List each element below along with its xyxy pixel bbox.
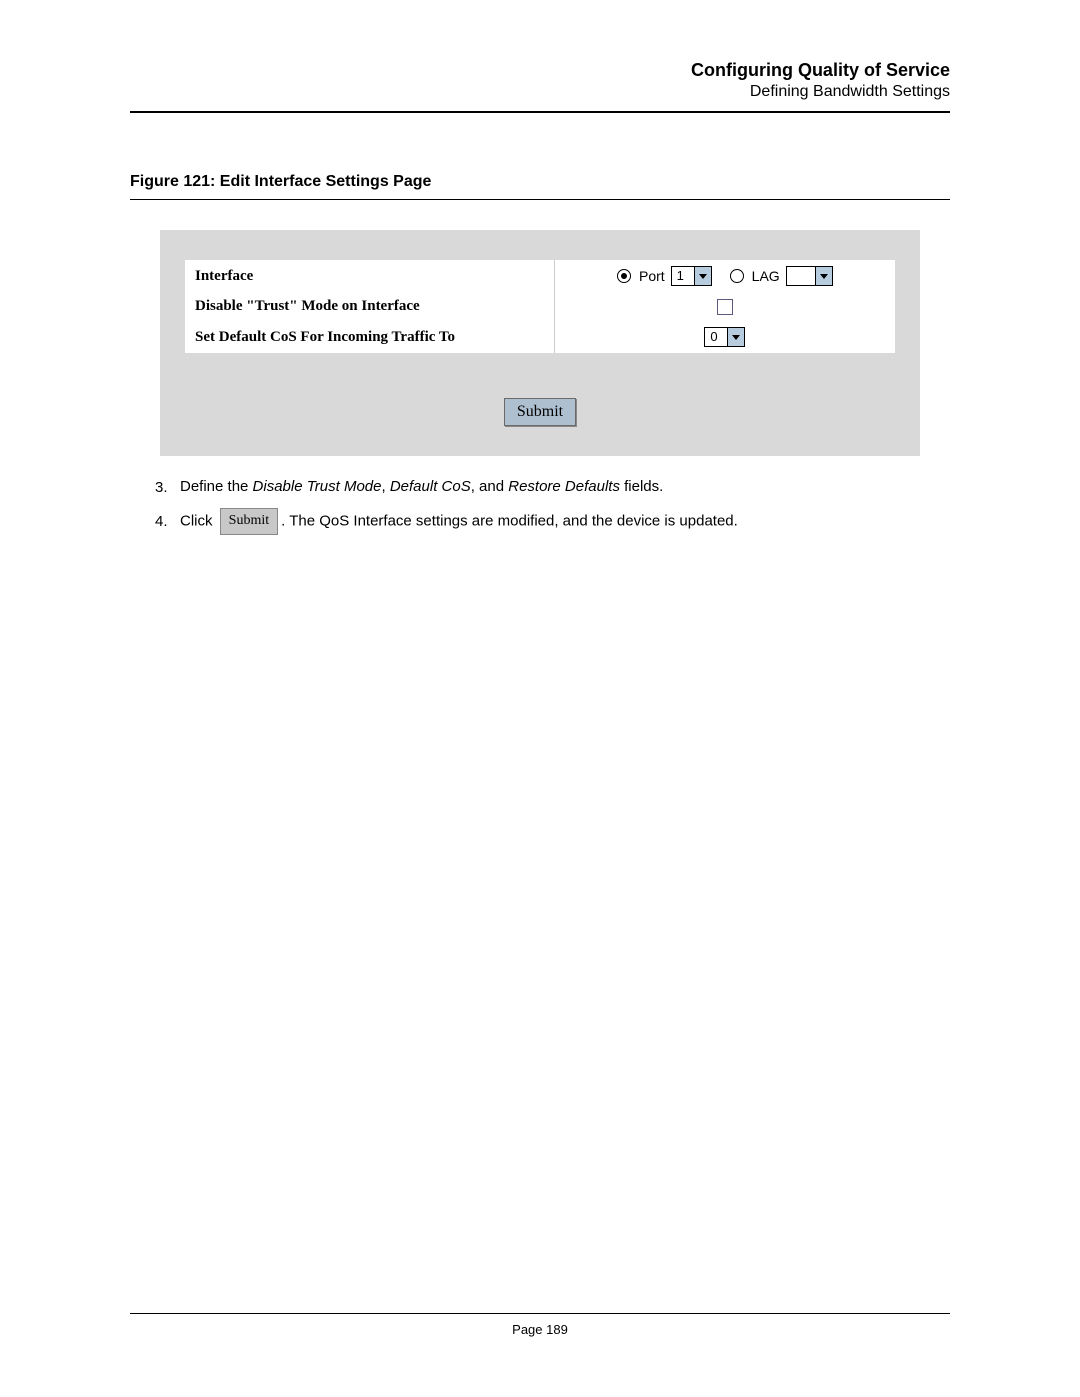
header-subtitle: Defining Bandwidth Settings [130,83,950,101]
instruction-list: 3. Define the Disable Trust Mode, Defaul… [130,476,950,535]
disable-trust-label: Disable "Trust" Mode on Interface [185,292,554,321]
table-row: Set Default CoS For Incoming Traffic To … [185,321,895,353]
cos-dropdown-value: 0 [705,328,727,346]
default-cos-label: Set Default CoS For Incoming Traffic To [185,321,554,353]
lag-dropdown[interactable] [786,266,833,286]
inline-submit-button[interactable]: Submit [220,508,278,535]
table-row: Interface Port 1 LAG [185,260,895,292]
lag-label: LAG [752,268,780,284]
settings-table: Interface Port 1 LAG [185,260,895,353]
step-text: Click [180,512,217,529]
chevron-down-icon[interactable] [727,328,744,346]
port-label: Port [639,268,665,284]
chevron-down-icon[interactable] [815,267,832,285]
chevron-down-icon[interactable] [694,267,711,285]
header-title: Configuring Quality of Service [130,60,950,81]
step-text: , and [471,478,509,495]
figure-rule [130,199,950,200]
step-text: fields. [620,478,663,495]
step-number: 3. [155,479,180,496]
step-italic: Default CoS [390,478,471,495]
table-row: Disable "Trust" Mode on Interface [185,292,895,321]
header-rule [130,111,950,113]
cos-dropdown[interactable]: 0 [704,327,745,347]
port-radio[interactable] [617,269,631,283]
step-number: 4. [155,513,180,530]
lag-dropdown-value [787,267,815,285]
step-text: . The QoS Interface settings are modifie… [281,512,738,529]
port-dropdown[interactable]: 1 [671,266,712,286]
settings-panel: Interface Port 1 LAG [160,230,920,456]
port-dropdown-value: 1 [672,267,694,285]
step-italic: Disable Trust Mode [253,478,382,495]
footer-rule [130,1313,950,1314]
list-item: 4. Click Submit. The QoS Interface setti… [155,508,950,535]
step-text: , [381,478,389,495]
figure-caption: Figure 121: Edit Interface Settings Page [130,173,950,191]
interface-label: Interface [185,260,554,292]
lag-radio[interactable] [730,269,744,283]
submit-button[interactable]: Submit [504,398,576,426]
disable-trust-checkbox[interactable] [717,299,733,315]
page-number: Page 189 [130,1322,950,1337]
step-italic: Restore Defaults [508,478,620,495]
step-text: Define the [180,478,253,495]
list-item: 3. Define the Disable Trust Mode, Defaul… [155,476,950,498]
